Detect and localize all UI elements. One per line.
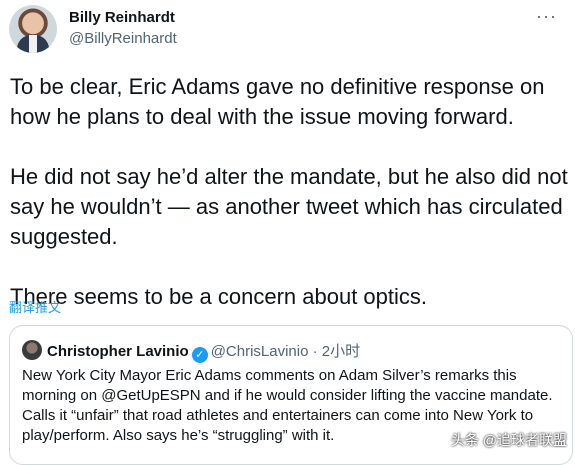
verified-badge-icon: ✓ [191, 347, 208, 363]
meta-separator: · [312, 343, 318, 360]
quoted-author-handle: @ChrisLavinio [210, 343, 309, 360]
author-name[interactable]: Billy Reinhardt [69, 9, 175, 26]
quoted-tweet-time: 2小时 [321, 343, 361, 360]
tweet-paragraph: To be clear, Eric Adams gave no definiti… [10, 74, 545, 129]
author-avatar[interactable] [9, 5, 57, 53]
tweet-body: To be clear, Eric Adams gave no definiti… [10, 72, 570, 342]
quoted-author-name: Christopher Lavinio [47, 343, 189, 360]
more-options-icon[interactable]: ··· [536, 6, 557, 27]
tweet-paragraph: There seems to be a concern about optics… [10, 284, 428, 309]
author-handle[interactable]: @BillyReinhardt [69, 30, 177, 47]
tweet-paragraph: He did not say he’d alter the mandate, b… [10, 164, 568, 249]
watermark: 头条 @追球者联盟 [450, 432, 567, 448]
quoted-author-avatar [22, 340, 42, 360]
avatar-shirt [29, 35, 37, 53]
quoted-tweet-header: Christopher Lavinio ✓ @ChrisLavinio · 2小时 [47, 340, 360, 363]
translate-tweet-link[interactable]: 翻译推文 [9, 297, 61, 316]
